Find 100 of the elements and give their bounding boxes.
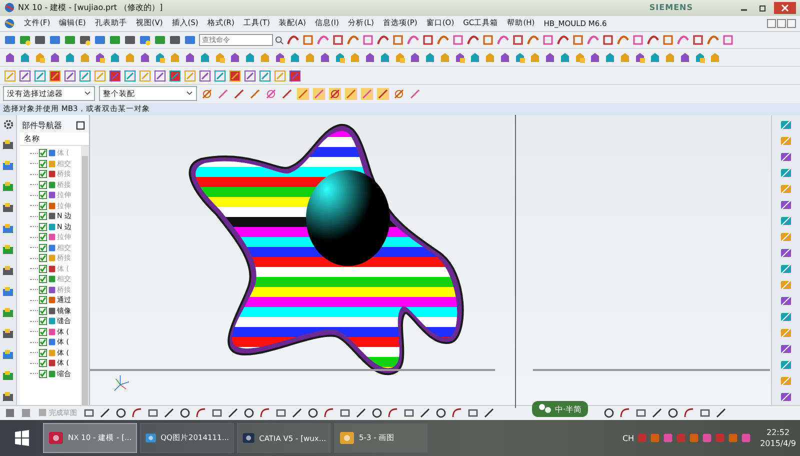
search-icon[interactable] [275, 36, 284, 45]
toolbar-icon[interactable] [317, 34, 329, 46]
toolbar-icon[interactable] [64, 70, 76, 82]
checkbox[interactable] [39, 264, 47, 273]
toolbar-icon[interactable] [184, 52, 196, 64]
selection-tool-icon[interactable] [201, 88, 213, 100]
clock[interactable]: 22:52 2015/4/9 [760, 427, 796, 450]
toolbar-icon[interactable] [34, 70, 46, 82]
checkbox[interactable] [39, 180, 47, 189]
toolbar-icon[interactable] [49, 34, 61, 46]
selection-tool-icon[interactable] [329, 88, 341, 100]
toolbar-icon[interactable] [617, 34, 629, 46]
sketch-tool-icon[interactable] [699, 406, 711, 419]
sketch-tool-icon[interactable] [467, 406, 479, 419]
sketch-tool-icon[interactable] [667, 406, 679, 419]
checkbox[interactable] [39, 286, 47, 294]
toolbar-icon[interactable] [302, 34, 314, 46]
selection-tool-icon[interactable] [217, 88, 229, 100]
tray-icon[interactable] [741, 433, 752, 444]
resource-bar-icon[interactable] [2, 328, 14, 340]
toolbar-icon[interactable] [64, 34, 76, 46]
sketch-tool-icon[interactable] [403, 406, 415, 419]
sketch-tool-icon[interactable] [227, 406, 239, 419]
checkbox[interactable] [39, 202, 47, 210]
toolbar-icon[interactable] [229, 70, 241, 82]
settings-icon[interactable] [2, 118, 14, 130]
toolbar-icon[interactable] [154, 52, 166, 64]
toolbar-icon[interactable] [452, 34, 464, 46]
sketch-tool-icon[interactable] [435, 406, 447, 419]
checkbox[interactable] [39, 233, 47, 242]
toolbar-icon[interactable] [647, 34, 659, 46]
toolbar-icon[interactable] [572, 34, 584, 46]
selection-tool-icon[interactable] [297, 88, 309, 100]
checkbox[interactable] [39, 370, 47, 378]
checkbox[interactable] [39, 348, 47, 357]
sketch-tool-icon[interactable] [83, 406, 95, 419]
checkbox[interactable] [39, 317, 47, 326]
resource-bar-icon[interactable] [2, 202, 14, 214]
toolbar-icon[interactable] [199, 70, 211, 82]
toolbar-icon[interactable] [49, 70, 61, 82]
toolbar-icon[interactable] [124, 34, 136, 46]
toolbar-icon[interactable] [289, 70, 301, 82]
selection-tool-icon[interactable] [393, 88, 405, 100]
toolbar-icon[interactable] [347, 34, 359, 46]
toolbar-icon[interactable] [214, 70, 226, 82]
toolbar-icon[interactable] [499, 52, 511, 64]
toolbar-icon[interactable] [662, 34, 674, 46]
toolbar-icon[interactable] [199, 52, 211, 64]
input-method-bar[interactable]: 中·半简 [532, 401, 588, 417]
sketch-tool-icon[interactable] [259, 406, 271, 419]
toolbar-icon[interactable] [139, 34, 151, 46]
toolbar-icon[interactable] [632, 34, 644, 46]
selection-tool-icon[interactable] [249, 88, 261, 100]
sketch-tool-icon[interactable] [163, 406, 175, 419]
toolbar-icon[interactable] [722, 34, 734, 46]
toolbar-icon[interactable] [154, 34, 166, 46]
toolbar-icon[interactable] [19, 52, 31, 64]
sketch-tool-icon[interactable] [371, 406, 383, 419]
checkbox[interactable] [39, 296, 47, 304]
toolbar-icon[interactable] [319, 52, 331, 64]
toolbar-icon[interactable] [79, 34, 91, 46]
checkbox[interactable] [39, 328, 47, 336]
checkbox[interactable] [39, 338, 47, 346]
sketch-tool-icon[interactable] [115, 406, 127, 419]
toolbar-icon[interactable] [289, 52, 301, 64]
toolbar-icon[interactable] [332, 34, 344, 46]
toolbar-icon[interactable] [469, 52, 481, 64]
resource-bar-icon[interactable] [2, 370, 14, 382]
sketch-tool-icon[interactable] [179, 406, 191, 419]
toolbar-icon[interactable] [34, 34, 46, 46]
toolbar-icon[interactable] [362, 34, 374, 46]
toolbar-icon[interactable] [109, 70, 121, 82]
sketch-tool-icon[interactable] [307, 406, 319, 419]
checkbox[interactable] [39, 191, 47, 200]
toolbar-icon[interactable] [4, 52, 16, 64]
toolbar-icon[interactable] [19, 70, 31, 82]
checkbox[interactable] [39, 170, 47, 178]
scrollbar[interactable] [81, 146, 89, 405]
toolbar-icon[interactable] [364, 52, 376, 64]
resource-bar-icon[interactable] [2, 264, 14, 277]
toolbar-icon[interactable] [424, 52, 436, 64]
resource-bar-icon[interactable] [2, 390, 14, 403]
sketch-tool-icon[interactable] [619, 406, 631, 419]
close-button[interactable] [774, 2, 796, 14]
toolbar-icon[interactable] [497, 34, 509, 46]
toolbar-icon[interactable] [602, 34, 614, 46]
toolbar-icon[interactable] [169, 70, 181, 82]
toolbar-icon[interactable] [244, 52, 256, 64]
toolbar-icon[interactable] [259, 70, 271, 82]
toolbar-icon[interactable] [407, 34, 419, 46]
selection-tool-icon[interactable] [361, 88, 373, 100]
checkbox[interactable] [39, 275, 47, 284]
checkbox[interactable] [39, 160, 47, 168]
toolbar-icon[interactable] [542, 34, 554, 46]
checkbox[interactable] [39, 222, 47, 231]
toolbar-icon[interactable] [94, 52, 106, 64]
toolbar-icon[interactable] [109, 34, 121, 46]
toolbar-icon[interactable] [377, 34, 389, 46]
toolbar-icon[interactable] [64, 52, 76, 64]
maximize-icon[interactable] [76, 120, 85, 130]
